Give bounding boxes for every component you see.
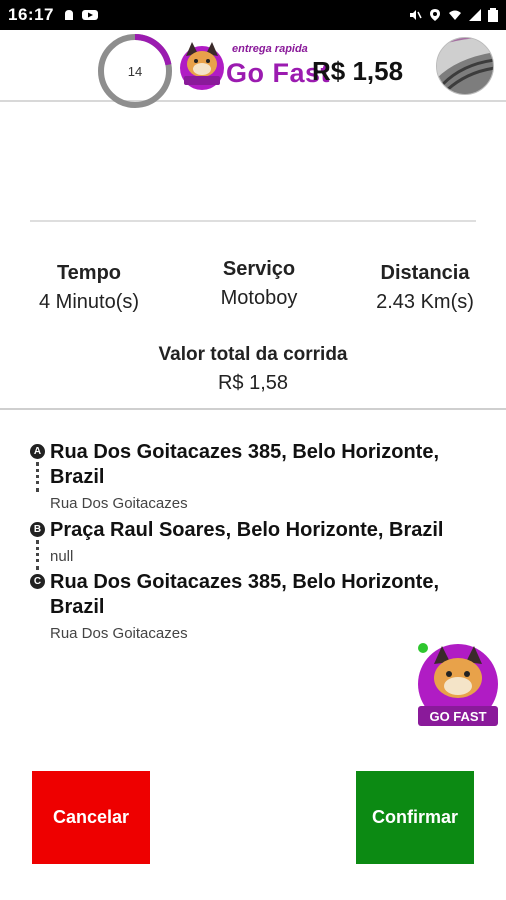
total-label: Valor total da corrida	[158, 344, 348, 365]
status-bar: 16:17	[0, 0, 506, 30]
stat-servico: Serviço Motoboy	[198, 258, 320, 310]
online-badge	[418, 643, 428, 653]
stop-detail: Rua Dos Goitacazes	[50, 495, 188, 512]
signal-icon	[469, 9, 481, 21]
route-connector	[36, 462, 39, 492]
route-stop-a: A Rua Dos Goitacazes 385, Belo Horizonte…	[30, 440, 480, 518]
fab-label: GO FAST	[429, 709, 486, 724]
divider	[0, 408, 506, 410]
progress-value: 14	[127, 63, 143, 79]
estimated-price: R$ 1,58	[312, 56, 404, 86]
stat-tempo: Tempo 4 Minuto(s)	[28, 262, 150, 314]
stat-label: Distancia	[380, 262, 470, 284]
mute-icon	[410, 10, 422, 20]
stop-detail: null	[50, 548, 74, 565]
stat-label: Serviço	[222, 258, 296, 280]
logo-subtitle: entrega rapida	[232, 43, 308, 55]
route-list: A Rua Dos Goitacazes 385, Belo Horizonte…	[30, 440, 480, 643]
confirm-button[interactable]: Confirmar	[356, 771, 474, 864]
stop-address: Rua Dos Goitacazes 385, Belo Horizonte, …	[50, 571, 439, 618]
stat-value: Motoboy	[220, 287, 298, 309]
route-stop-c: C Rua Dos Goitacazes 385, Belo Horizonte…	[30, 570, 480, 643]
location-icon	[430, 9, 440, 21]
total-fare: Valor total da corrida R$ 1,58	[0, 344, 506, 395]
fare-summary	[0, 104, 506, 224]
cancel-button[interactable]: Cancelar	[32, 771, 150, 864]
stop-address: Praça Raul Soares, Belo Horizonte, Brazi…	[50, 519, 444, 541]
stat-value: 2.43 Km(s)	[376, 291, 474, 313]
divider	[30, 220, 476, 222]
youtube-icon	[81, 10, 98, 20]
stat-distancia: Distancia 2.43 Km(s)	[360, 262, 490, 314]
stat-value: 4 Minuto(s)	[38, 291, 140, 313]
route-stop-b: B Praça Raul Soares, Belo Horizonte, Bra…	[30, 518, 480, 570]
app-bar: entrega rapida Go Fast	[0, 30, 506, 102]
marker-c-icon: C	[30, 574, 45, 589]
route-connector	[36, 540, 39, 570]
avatar-image	[437, 38, 493, 94]
avatar[interactable]	[436, 37, 494, 95]
notification-icon	[64, 10, 73, 20]
battery-icon	[488, 8, 498, 22]
total-value: R$ 1,58	[217, 372, 289, 394]
status-time: 16:17	[8, 5, 54, 24]
marker-a-icon: A	[30, 444, 45, 459]
stop-address: Rua Dos Goitacazes 385, Belo Horizonte, …	[50, 441, 439, 488]
marker-b-icon: B	[30, 522, 45, 537]
go-fast-floating-button[interactable]: GO FAST	[414, 640, 502, 732]
wifi-icon	[449, 10, 461, 20]
stat-label: Tempo	[56, 262, 122, 284]
